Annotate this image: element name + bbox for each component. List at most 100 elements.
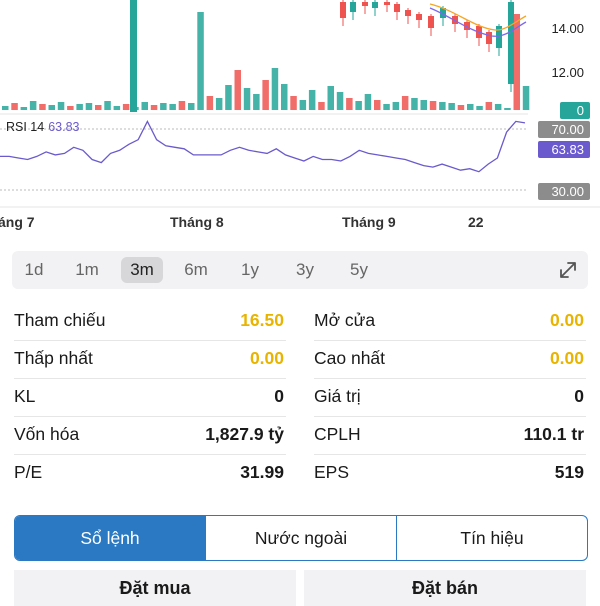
volume-bar (281, 84, 288, 110)
stat-shares-outstanding: CPLH 110.1 tr (314, 416, 586, 455)
stat-value: 0.00 (549, 310, 584, 330)
volume-bar (39, 104, 46, 110)
x-label-month-9: Tháng 9 (342, 214, 396, 230)
rsi-label-value: 63.83 (48, 120, 80, 134)
volume-bar (401, 96, 409, 110)
stat-value: 0 (274, 386, 284, 406)
sell-order-header[interactable]: Đặt bán (304, 570, 586, 606)
volume-bar (290, 96, 297, 110)
tab-foreign[interactable]: Nước ngoài (205, 516, 396, 560)
stat-value: 31.99 (240, 462, 284, 482)
volume-bar (522, 86, 530, 110)
candle-body (416, 14, 422, 20)
stat-value: 0.00 (249, 348, 284, 368)
volume-bar (234, 70, 241, 110)
candle-body (486, 32, 492, 44)
rsi-lower-badge: 30.00 (538, 183, 590, 200)
volume-bar (215, 98, 223, 110)
price-tick-14: 14.00 (551, 21, 584, 36)
period-3y[interactable]: 3y (285, 257, 325, 283)
stat-label: Cao nhất (314, 348, 386, 368)
stat-value: 16.50 (240, 310, 284, 330)
volume-bar (429, 101, 437, 110)
volume-bar (346, 98, 353, 110)
volume-bar (364, 94, 372, 110)
volume-bar (76, 104, 83, 110)
volume-bar (467, 104, 474, 110)
period-6m[interactable]: 6m (176, 257, 216, 283)
volume-bar (392, 102, 400, 110)
stat-label: P/E (14, 462, 43, 482)
buy-order-header[interactable]: Đặt mua (14, 570, 296, 606)
stat-reference-price: Tham chiếu 16.50 (14, 302, 286, 341)
stat-pe: P/E 31.99 (14, 454, 286, 492)
volume-bar (113, 106, 121, 110)
period-5y[interactable]: 5y (339, 257, 379, 283)
volume-bar (327, 86, 334, 110)
volume-bar (504, 108, 511, 110)
volume-bar (494, 104, 502, 110)
volume-bar (188, 103, 195, 110)
candle-body (384, 2, 390, 5)
volume-bar (457, 105, 465, 110)
volume-bar (57, 102, 65, 110)
stat-label: Giá trị (314, 386, 361, 406)
stat-volume: KL 0 (14, 378, 286, 417)
candle-body (428, 16, 434, 28)
volume-bar (243, 88, 251, 110)
stat-trade-value: Giá trị 0 (314, 378, 586, 417)
volume-bar (308, 90, 316, 110)
period-1d[interactable]: 1d (14, 257, 54, 283)
stat-market-cap: Vốn hóa 1,827.9 tỷ (14, 416, 286, 455)
candle-body (372, 2, 378, 8)
info-tabs: Sổ lệnh Nước ngoài Tín hiệu (14, 515, 588, 561)
volume-bar (95, 105, 102, 110)
volume-bar (383, 104, 390, 110)
volume-bar (2, 106, 9, 110)
stat-value: 0 (574, 386, 584, 406)
candle-body (350, 2, 356, 12)
volume-bar (271, 68, 279, 110)
volume-bar (485, 102, 493, 110)
period-3m[interactable]: 3m (121, 257, 163, 283)
volume-bar (206, 96, 214, 110)
tab-order-book[interactable]: Sổ lệnh (15, 516, 205, 560)
volume-bar (253, 94, 260, 110)
x-label-day-22: 22 (468, 214, 484, 230)
volume-bar (476, 106, 483, 110)
expand-icon[interactable] (556, 258, 580, 282)
period-1m[interactable]: 1m (67, 257, 107, 283)
volume-bar (448, 103, 455, 110)
volume-bar (439, 102, 446, 110)
volume-badge: 0 (560, 102, 590, 119)
stat-high-price: Cao nhất 0.00 (314, 340, 586, 379)
x-label-month-7: áng 7 (0, 214, 35, 230)
volume-bar (299, 100, 307, 110)
price-tick-12: 12.00 (551, 65, 584, 80)
stat-label: CPLH (314, 424, 361, 444)
price-chart[interactable]: 14.00 12.00 0 RSI 14 63.83 70.00 63.83 30… (0, 0, 600, 238)
volume-bar (355, 101, 362, 110)
stat-label: Thấp nhất (14, 348, 93, 368)
tab-signals[interactable]: Tín hiệu (396, 516, 587, 560)
rsi-current-badge: 63.83 (538, 141, 590, 158)
volume-bar (197, 12, 204, 110)
stat-label: KL (14, 386, 36, 406)
volume-bar (178, 101, 186, 110)
stat-value: 519 (554, 462, 584, 482)
stat-eps: EPS 519 (314, 454, 586, 492)
volume-bar (160, 103, 167, 110)
volume-bar (150, 105, 158, 110)
stat-label: Mở cửa (314, 310, 376, 330)
stat-label: Tham chiếu (14, 310, 106, 330)
volume-bar (85, 103, 93, 110)
chart-canvas[interactable] (0, 0, 600, 238)
candle-body (508, 2, 514, 84)
volume-bar (411, 98, 418, 110)
period-1y[interactable]: 1y (230, 257, 270, 283)
candle-body (405, 10, 411, 16)
volume-bar (29, 101, 37, 110)
stat-low-price: Thấp nhất 0.00 (14, 340, 286, 379)
volume-bar (169, 104, 176, 110)
candle-body (340, 2, 346, 18)
